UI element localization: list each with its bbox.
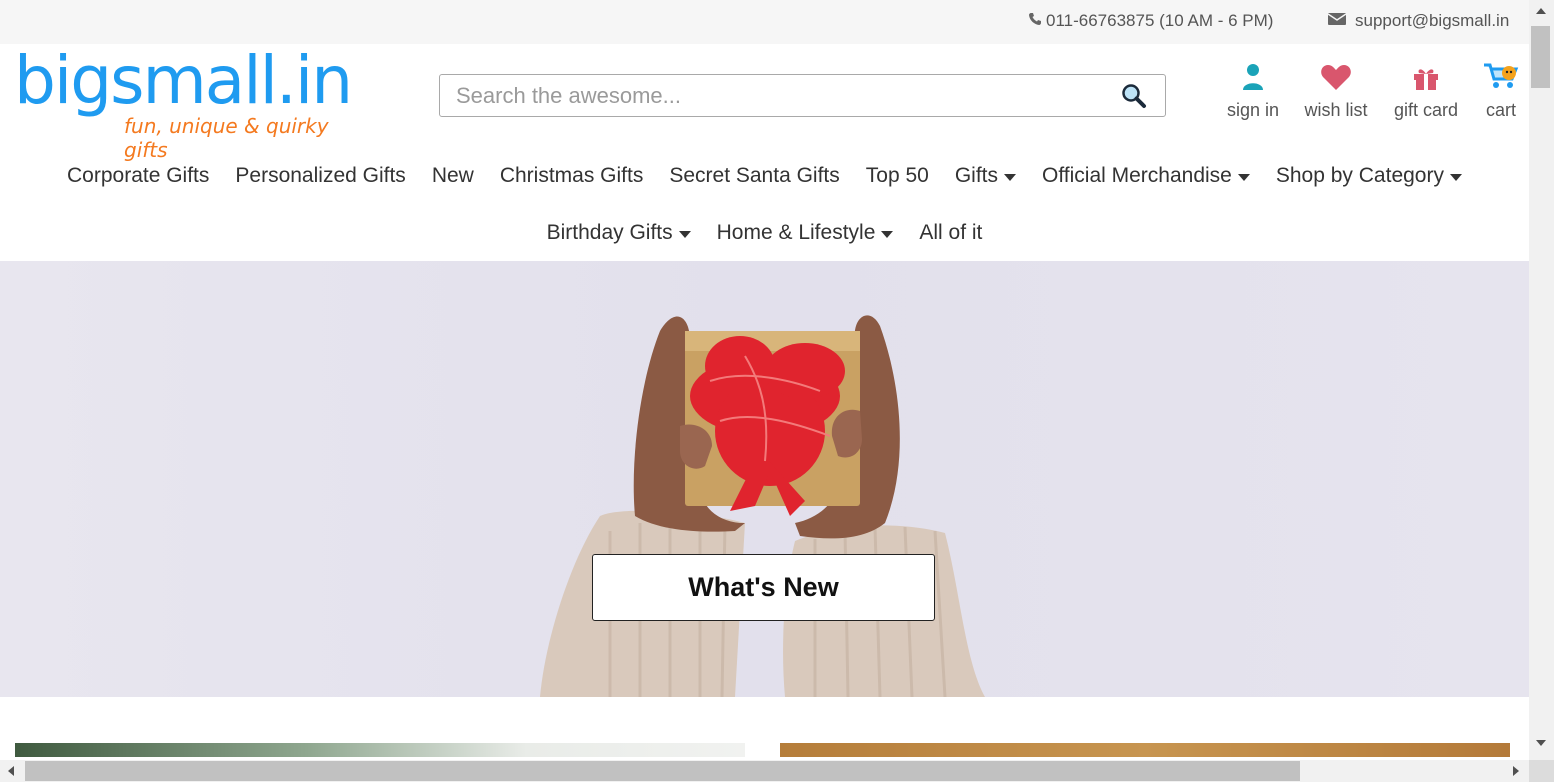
- phone-icon: [1028, 11, 1042, 31]
- horizontal-scroll-thumb[interactable]: [25, 761, 1300, 781]
- wish-list-link[interactable]: wish list: [1302, 63, 1370, 121]
- nav-gifts[interactable]: Gifts: [955, 164, 1016, 188]
- nav-label: Christmas Gifts: [499, 164, 644, 187]
- caret-down-icon: [678, 230, 691, 238]
- nav-all-of-it[interactable]: All of it: [919, 221, 982, 245]
- envelope-icon: [1327, 11, 1347, 31]
- nav-label: All of it: [919, 221, 983, 244]
- nav-top-50[interactable]: Top 50: [866, 164, 929, 188]
- phone-number: 011-66763875 (10 AM - 6 PM): [1046, 11, 1274, 30]
- scroll-left-icon[interactable]: [8, 766, 14, 776]
- nav-label: Official Merchandise: [1042, 164, 1232, 187]
- wish-list-label: wish list: [1304, 100, 1368, 120]
- hero-gift-hands-image: [540, 315, 985, 697]
- nav-label: Corporate Gifts: [67, 164, 210, 187]
- nav-label: Personalized Gifts: [235, 164, 406, 187]
- nav-personalized-gifts[interactable]: Personalized Gifts: [235, 164, 405, 188]
- product-tile-1[interactable]: [15, 743, 745, 757]
- support-email: support@bigsmall.in: [1355, 11, 1510, 30]
- vertical-scrollbar[interactable]: [1529, 0, 1554, 760]
- whats-new-button[interactable]: What's New: [592, 554, 935, 621]
- nav-new[interactable]: New: [432, 164, 474, 188]
- nav-home-lifestyle[interactable]: Home & Lifestyle: [717, 221, 894, 245]
- nav-label: Home & Lifestyle: [716, 221, 876, 244]
- main-nav-row-2: Birthday Gifts Home & Lifestyle All of i…: [0, 221, 1529, 245]
- scroll-right-icon[interactable]: [1513, 766, 1519, 776]
- search-bar: [439, 74, 1166, 117]
- nav-label: Secret Santa Gifts: [669, 164, 840, 187]
- site-logo[interactable]: bigsmall.in fun, unique & quirky gifts: [14, 42, 374, 162]
- main-nav-row-1: Corporate Gifts Personalized Gifts New C…: [0, 164, 1529, 188]
- nav-secret-santa-gifts[interactable]: Secret Santa Gifts: [669, 164, 839, 188]
- cart-link[interactable]: cart: [1480, 63, 1522, 121]
- nav-label: Top 50: [865, 164, 929, 187]
- scrollbar-corner: [1529, 760, 1554, 782]
- nav-label: Birthday Gifts: [546, 221, 673, 244]
- nav-birthday-gifts[interactable]: Birthday Gifts: [547, 221, 691, 245]
- nav-shop-by-category[interactable]: Shop by Category: [1276, 164, 1462, 188]
- sign-in-link[interactable]: sign in: [1226, 63, 1280, 121]
- gift-card-label: gift card: [1393, 100, 1459, 120]
- scroll-up-icon[interactable]: [1536, 8, 1546, 14]
- nav-label: Gifts: [954, 164, 998, 187]
- search-input[interactable]: [440, 75, 1106, 116]
- heart-icon: [1320, 63, 1352, 96]
- user-icon: [1242, 63, 1264, 96]
- nav-corporate-gifts[interactable]: Corporate Gifts: [67, 164, 209, 188]
- nav-official-merchandise[interactable]: Official Merchandise: [1042, 164, 1250, 188]
- nav-label: Shop by Category: [1275, 164, 1444, 187]
- caret-down-icon: [1449, 173, 1462, 181]
- scroll-down-icon[interactable]: [1536, 740, 1546, 746]
- phone-contact[interactable]: 011-66763875 (10 AM - 6 PM): [1028, 11, 1273, 31]
- horizontal-scrollbar[interactable]: [0, 760, 1529, 782]
- sign-in-label: sign in: [1226, 100, 1280, 120]
- cart-label: cart: [1485, 100, 1516, 120]
- logo-brand: bigsmall.in: [14, 42, 353, 119]
- email-contact[interactable]: support@bigsmall.in: [1327, 11, 1510, 31]
- caret-down-icon: [1237, 173, 1250, 181]
- logo-tagline: fun, unique & quirky gifts: [124, 114, 329, 162]
- caret-down-icon: [1004, 173, 1016, 181]
- caret-down-icon: [881, 230, 894, 238]
- search-icon[interactable]: [1121, 83, 1147, 114]
- product-tile-2[interactable]: [780, 743, 1510, 757]
- gift-card-link[interactable]: gift card: [1391, 66, 1461, 121]
- nav-label: New: [431, 164, 474, 187]
- top-contact-bar: 011-66763875 (10 AM - 6 PM) support@bigs…: [0, 0, 1529, 44]
- vertical-scroll-thumb[interactable]: [1531, 26, 1550, 88]
- cart-icon: [1482, 61, 1520, 96]
- gift-icon: [1412, 65, 1440, 96]
- hero-banner[interactable]: What's New: [0, 261, 1529, 697]
- nav-christmas-gifts[interactable]: Christmas Gifts: [500, 164, 644, 188]
